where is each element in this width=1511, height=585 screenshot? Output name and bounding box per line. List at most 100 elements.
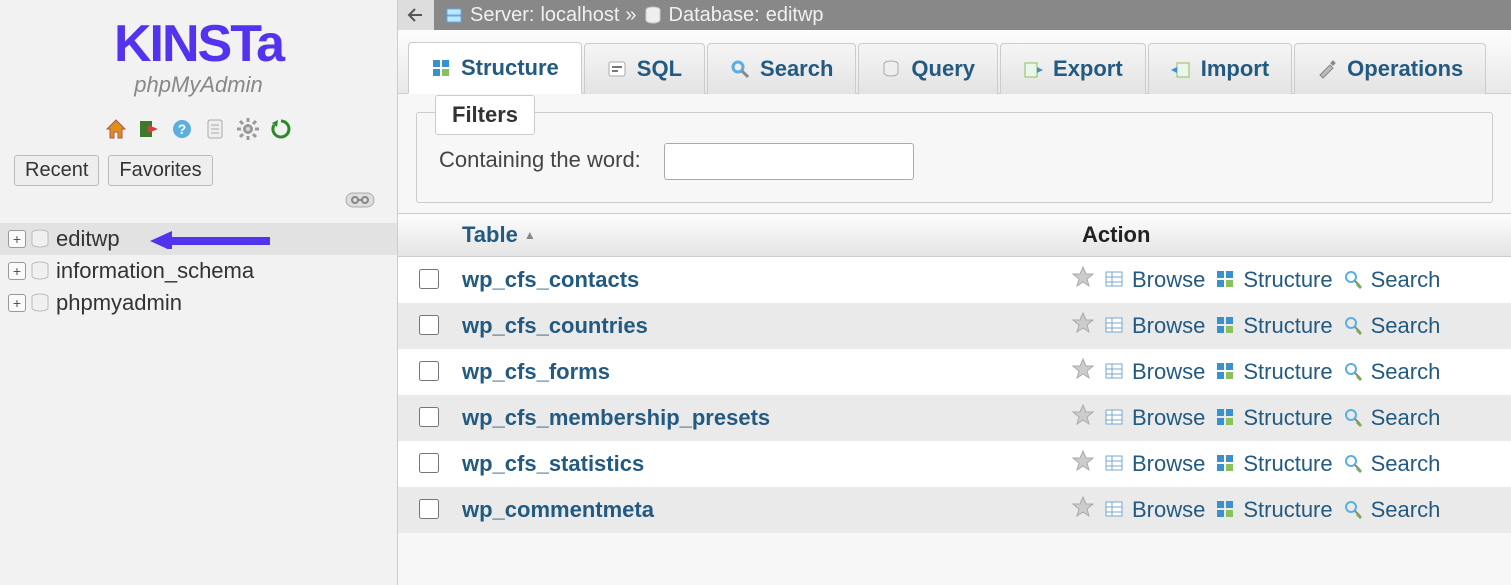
- table-name-link[interactable]: wp_cfs_forms: [458, 359, 1072, 385]
- row-checkbox[interactable]: [419, 269, 439, 289]
- tab-label: Export: [1053, 56, 1123, 82]
- structure-link[interactable]: Structure: [1215, 451, 1332, 477]
- favorite-star-icon[interactable]: [1072, 450, 1094, 478]
- table-name-link[interactable]: wp_commentmeta: [458, 497, 1072, 523]
- expand-icon[interactable]: +: [8, 262, 26, 280]
- search-link[interactable]: Search: [1343, 267, 1441, 293]
- table-name-link[interactable]: wp_cfs_contacts: [458, 267, 1072, 293]
- tab-sql[interactable]: SQL: [584, 43, 705, 94]
- tab-query[interactable]: Query: [858, 43, 998, 94]
- table-row: wp_cfs_contacts Browse Structure Search: [398, 257, 1511, 303]
- browse-link[interactable]: Browse: [1104, 497, 1205, 523]
- table-name-link[interactable]: wp_cfs_membership_presets: [458, 405, 1072, 431]
- table-name-link[interactable]: wp_cfs_statistics: [458, 451, 1072, 477]
- back-button[interactable]: [398, 0, 434, 30]
- row-checkbox[interactable]: [419, 361, 439, 381]
- export-icon: [1023, 59, 1043, 79]
- tab-favorites[interactable]: Favorites: [108, 155, 212, 186]
- search-icon: [730, 59, 750, 79]
- main-panel: Server: localhost » Database: editwp Str…: [398, 0, 1511, 585]
- header-action: Action: [1082, 222, 1511, 248]
- db-tree-item-phpmyadmin[interactable]: +phpmyadmin: [0, 287, 397, 319]
- structure-link[interactable]: Structure: [1215, 497, 1332, 523]
- search-link[interactable]: Search: [1343, 497, 1441, 523]
- db-name: information_schema: [56, 258, 254, 284]
- operations-icon: [1317, 59, 1337, 79]
- row-checkbox[interactable]: [419, 315, 439, 335]
- sort-asc-icon: ▲: [524, 228, 536, 242]
- tab-label: Import: [1201, 56, 1269, 82]
- favorite-star-icon[interactable]: [1072, 358, 1094, 386]
- structure-link[interactable]: Structure: [1215, 313, 1332, 339]
- breadcrumb-db-name[interactable]: editwp: [766, 4, 824, 27]
- row-checkbox[interactable]: [419, 499, 439, 519]
- breadcrumb-bar: Server: localhost » Database: editwp: [398, 0, 1511, 30]
- browse-link[interactable]: Browse: [1104, 359, 1205, 385]
- filters-label: Containing the word:: [439, 147, 641, 172]
- favorite-star-icon[interactable]: [1072, 496, 1094, 524]
- favorite-star-icon[interactable]: [1072, 312, 1094, 340]
- help-icon[interactable]: ?: [171, 118, 193, 145]
- browse-link[interactable]: Browse: [1104, 451, 1205, 477]
- header-table[interactable]: Table▲: [458, 222, 1082, 248]
- browse-link[interactable]: Browse: [1104, 313, 1205, 339]
- tab-label: Operations: [1347, 56, 1463, 82]
- main-tabs: Structure SQL Search Query Export Import Opera…: [398, 30, 1511, 94]
- sql-icon: [607, 59, 627, 79]
- table-row: wp_commentmeta Browse Structure Search: [398, 487, 1511, 533]
- table-row: wp_cfs_forms Browse Structure Search: [398, 349, 1511, 395]
- reload-icon[interactable]: [270, 118, 292, 145]
- table-row: wp_cfs_countries Browse Structure Search: [398, 303, 1511, 349]
- favorite-star-icon[interactable]: [1072, 404, 1094, 432]
- row-checkbox[interactable]: [419, 407, 439, 427]
- sidebar-toolbar: ?: [0, 118, 397, 145]
- structure-link[interactable]: Structure: [1215, 359, 1332, 385]
- sidebar: KINSTa phpMyAdmin ? Recent Favorites +ed…: [0, 0, 398, 585]
- tab-import[interactable]: Import: [1148, 43, 1292, 94]
- expand-icon[interactable]: +: [8, 294, 26, 312]
- search-link[interactable]: Search: [1343, 313, 1441, 339]
- db-tree-item-information_schema[interactable]: + information_schema: [0, 255, 397, 287]
- structure-link[interactable]: Structure: [1215, 405, 1332, 431]
- search-link[interactable]: Search: [1343, 359, 1441, 385]
- query-icon: [881, 59, 901, 79]
- structure-link[interactable]: Structure: [1215, 267, 1332, 293]
- database-tree: + editwp + information_schema +phpmyadmin: [0, 223, 397, 319]
- tab-operations[interactable]: Operations: [1294, 43, 1486, 94]
- panel-link-icon[interactable]: [0, 192, 397, 213]
- db-name: editwp: [56, 226, 120, 252]
- tab-search[interactable]: Search: [707, 43, 856, 94]
- tab-structure[interactable]: Structure: [408, 42, 582, 94]
- database-icon: [30, 293, 50, 313]
- browse-link[interactable]: Browse: [1104, 267, 1205, 293]
- browse-link[interactable]: Browse: [1104, 405, 1205, 431]
- exit-icon[interactable]: [138, 118, 160, 145]
- favorite-star-icon[interactable]: [1072, 266, 1094, 294]
- breadcrumb-db-label: Database:: [669, 4, 760, 27]
- expand-icon[interactable]: +: [8, 230, 26, 248]
- table-row: wp_cfs_statistics Browse Structure Search: [398, 441, 1511, 487]
- db-tree-item-editwp[interactable]: + editwp: [0, 223, 397, 255]
- search-link[interactable]: Search: [1343, 451, 1441, 477]
- database-icon: [643, 5, 663, 25]
- home-icon[interactable]: [105, 118, 127, 145]
- tab-label: Search: [760, 56, 833, 82]
- row-checkbox[interactable]: [419, 453, 439, 473]
- filters-legend: Filters: [435, 95, 535, 135]
- gear-icon[interactable]: [237, 118, 259, 145]
- import-icon: [1171, 59, 1191, 79]
- tab-export[interactable]: Export: [1000, 43, 1146, 94]
- tab-label: SQL: [637, 56, 682, 82]
- docs-icon[interactable]: [204, 118, 226, 145]
- pointer-arrow-icon: [150, 229, 270, 249]
- breadcrumb-server-name[interactable]: localhost: [540, 4, 619, 27]
- breadcrumb-server-label: Server:: [470, 4, 534, 27]
- table-header-row: Table▲ Action: [398, 213, 1511, 257]
- filters-input[interactable]: [664, 143, 914, 180]
- tab-label: Structure: [461, 55, 559, 81]
- filters-panel: Filters Containing the word:: [416, 112, 1493, 203]
- tab-label: Query: [911, 56, 975, 82]
- search-link[interactable]: Search: [1343, 405, 1441, 431]
- table-name-link[interactable]: wp_cfs_countries: [458, 313, 1072, 339]
- tab-recent[interactable]: Recent: [14, 155, 99, 186]
